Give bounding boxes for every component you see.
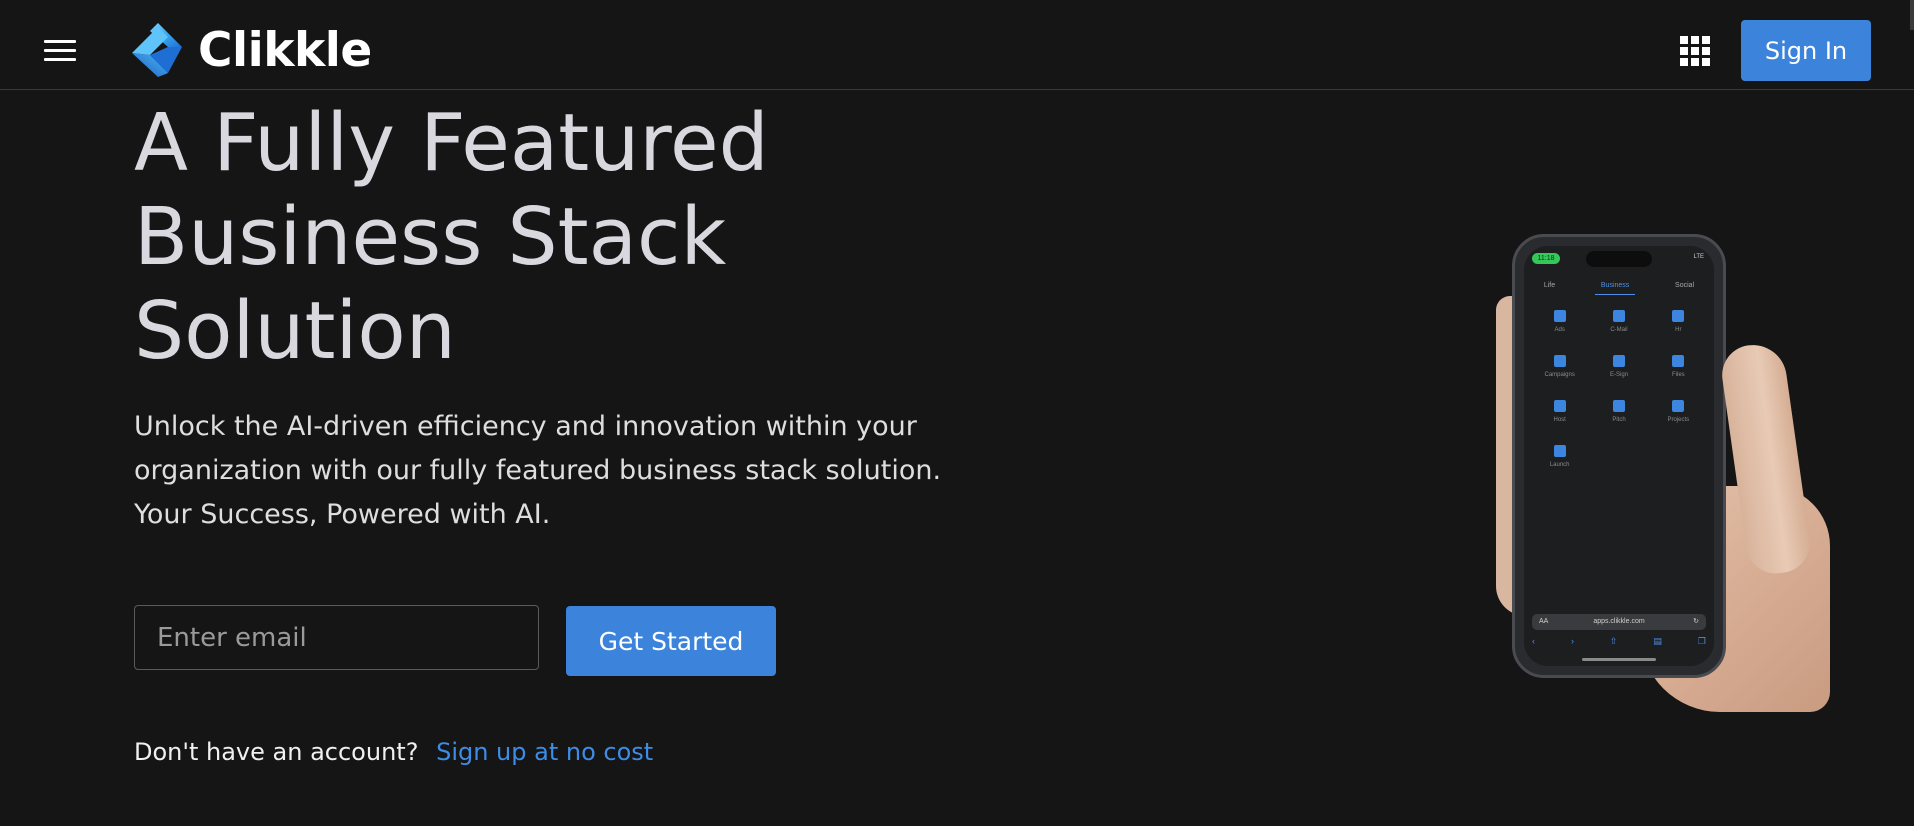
hero-description-line: Unlock the AI-driven efficiency and inno…: [134, 411, 917, 442]
scrollbar-edge: [1910, 0, 1914, 30]
sign-in-button[interactable]: Sign In: [1741, 20, 1871, 81]
brand-home-link[interactable]: Clikkle: [128, 20, 372, 80]
email-input[interactable]: [134, 605, 539, 670]
projects-icon: [1672, 400, 1685, 412]
phone-screen: 11:18 LTE Life Business Social Ads C-Mai…: [1524, 246, 1714, 666]
phone-app: Pitch: [1589, 400, 1648, 423]
host-icon: [1553, 400, 1566, 412]
phone-app: Campaigns: [1530, 355, 1589, 378]
hamburger-menu-icon[interactable]: [40, 34, 80, 66]
hr-icon: [1672, 310, 1685, 322]
apps-grid-icon[interactable]: [1678, 34, 1710, 66]
phone-url: apps.clikkle.com: [1593, 618, 1645, 625]
hero-description-line: organization with our fully featured bus…: [134, 455, 942, 486]
hero-title: A Fully Featured Business Stack Solution: [134, 96, 1034, 378]
top-nav-bar: Clikkle Sign In: [0, 0, 1914, 90]
hero-description: Unlock the AI-driven efficiency and inno…: [134, 405, 1034, 537]
phone-app: Launch: [1530, 445, 1589, 468]
reload-icon: ↻: [1693, 618, 1699, 625]
phone-app: Files: [1649, 355, 1708, 378]
ads-icon: [1553, 310, 1566, 322]
signup-question: Don't have an account?: [134, 738, 419, 766]
phone-mockup: 11:18 LTE Life Business Social Ads C-Mai…: [1512, 234, 1726, 678]
phone-tab: Social: [1675, 282, 1695, 289]
signup-prompt: Don't have an account? Sign up at no cos…: [134, 738, 653, 766]
hero-title-line: A Fully Featured: [134, 97, 769, 189]
forward-icon: ›: [1570, 636, 1574, 646]
brand-name: Clikkle: [198, 22, 372, 78]
text-size-label: AA: [1539, 618, 1549, 625]
phone-app-grid: Ads C-Mail Hr Campaigns E-Sign Files Hos…: [1530, 310, 1708, 468]
phone-app: Projects: [1649, 400, 1708, 423]
hero-title-line: Business Stack: [134, 191, 727, 283]
phone-app: E-Sign: [1589, 355, 1648, 378]
phone-in-hand-image: 11:18 LTE Life Business Social Ads C-Mai…: [1490, 226, 1850, 712]
phone-app: C-Mail: [1589, 310, 1648, 333]
phone-url-bar: AA apps.clikkle.com ↻: [1532, 614, 1706, 630]
phone-app: Hr: [1649, 310, 1708, 333]
bookmarks-icon: ▤: [1653, 636, 1662, 646]
back-icon: ‹: [1532, 636, 1535, 646]
tabs-icon: ❐: [1697, 636, 1706, 646]
pitch-icon: [1612, 400, 1625, 412]
phone-tabs: Life Business Social: [1524, 282, 1714, 295]
phone-app: Host: [1530, 400, 1589, 423]
get-started-button[interactable]: Get Started: [566, 606, 776, 676]
share-icon: ⇧: [1609, 636, 1618, 646]
esign-icon: [1612, 355, 1625, 367]
signup-link[interactable]: Sign up at no cost: [436, 738, 653, 766]
files-icon: [1672, 355, 1685, 367]
phone-notch: [1586, 251, 1652, 267]
phone-app: Ads: [1530, 310, 1589, 333]
phone-tab-active: Business: [1594, 282, 1636, 295]
phone-tab: Life: [1543, 282, 1556, 289]
campaigns-icon: [1553, 355, 1566, 367]
phone-time: 11:18: [1532, 253, 1560, 264]
launch-icon: [1553, 445, 1566, 457]
mail-icon: [1612, 310, 1625, 322]
phone-network-status: LTE: [1693, 254, 1704, 260]
phone-browser-toolbar: ‹ › ⇧ ▤ ❐: [1532, 636, 1706, 647]
clikkle-logo-icon: [132, 23, 182, 77]
home-indicator: [1582, 658, 1656, 661]
hero-title-line: Solution: [134, 285, 456, 377]
hero-description-line: Your Success, Powered with AI.: [134, 499, 551, 530]
